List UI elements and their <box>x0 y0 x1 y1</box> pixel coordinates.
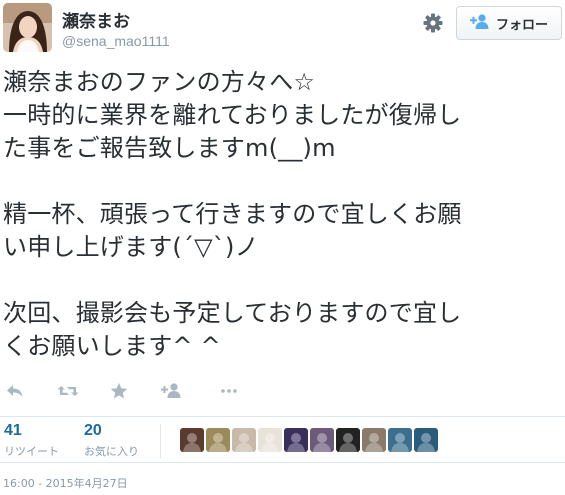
favoriter-avatar[interactable] <box>362 428 386 452</box>
retweet-icon[interactable] <box>56 380 79 402</box>
divider <box>0 462 565 463</box>
tweet-timestamp[interactable]: 16:00 - 2015年4月27日 <box>3 475 128 491</box>
tweet-header: 瀬奈まお @sena_mao1111 フォロー <box>0 0 565 60</box>
favoriter-avatar[interactable] <box>258 428 282 452</box>
follow-icon[interactable] <box>160 380 184 402</box>
favoriter-avatar[interactable] <box>336 428 360 452</box>
favorite-stat[interactable]: 20 お気に入り <box>84 422 139 459</box>
favoriter-avatar[interactable] <box>414 428 438 452</box>
screen-name[interactable]: @sena_mao1111 <box>62 33 170 49</box>
follow-button[interactable]: フォロー <box>456 6 562 40</box>
retweet-count: 41 <box>4 422 22 439</box>
favorite-count: 20 <box>84 422 102 439</box>
divider <box>160 424 161 458</box>
reply-icon[interactable] <box>4 380 26 402</box>
person-plus-icon <box>469 13 490 33</box>
divider <box>0 416 565 417</box>
follow-button-label: フォロー <box>495 17 548 33</box>
tweet-actions <box>0 380 565 406</box>
retweet-label: リツイート <box>4 445 59 458</box>
favorite-icon[interactable] <box>108 380 130 402</box>
favoriter-avatar[interactable] <box>310 428 334 452</box>
more-icon[interactable] <box>218 380 240 402</box>
tweet-text: 瀬奈まおのファンの方々へ☆ 一時的に業界を離れておりましたが復帰し た事をご報告… <box>3 68 462 360</box>
favoriter-avatar[interactable] <box>284 428 308 452</box>
tweet-stats: 41 リツイート 20 お気に入り <box>0 418 565 460</box>
favoriter-avatar[interactable] <box>206 428 230 452</box>
retweet-stat[interactable]: 41 リツイート <box>4 422 59 459</box>
favorite-label: お気に入り <box>84 445 139 458</box>
favoriter-avatar[interactable] <box>180 428 204 452</box>
avatar[interactable] <box>3 3 52 52</box>
favoriter-avatar[interactable] <box>388 428 412 452</box>
favoriter-avatar[interactable] <box>232 428 256 452</box>
display-name[interactable]: 瀬奈まお <box>62 7 130 32</box>
gear-icon[interactable] <box>422 12 444 34</box>
